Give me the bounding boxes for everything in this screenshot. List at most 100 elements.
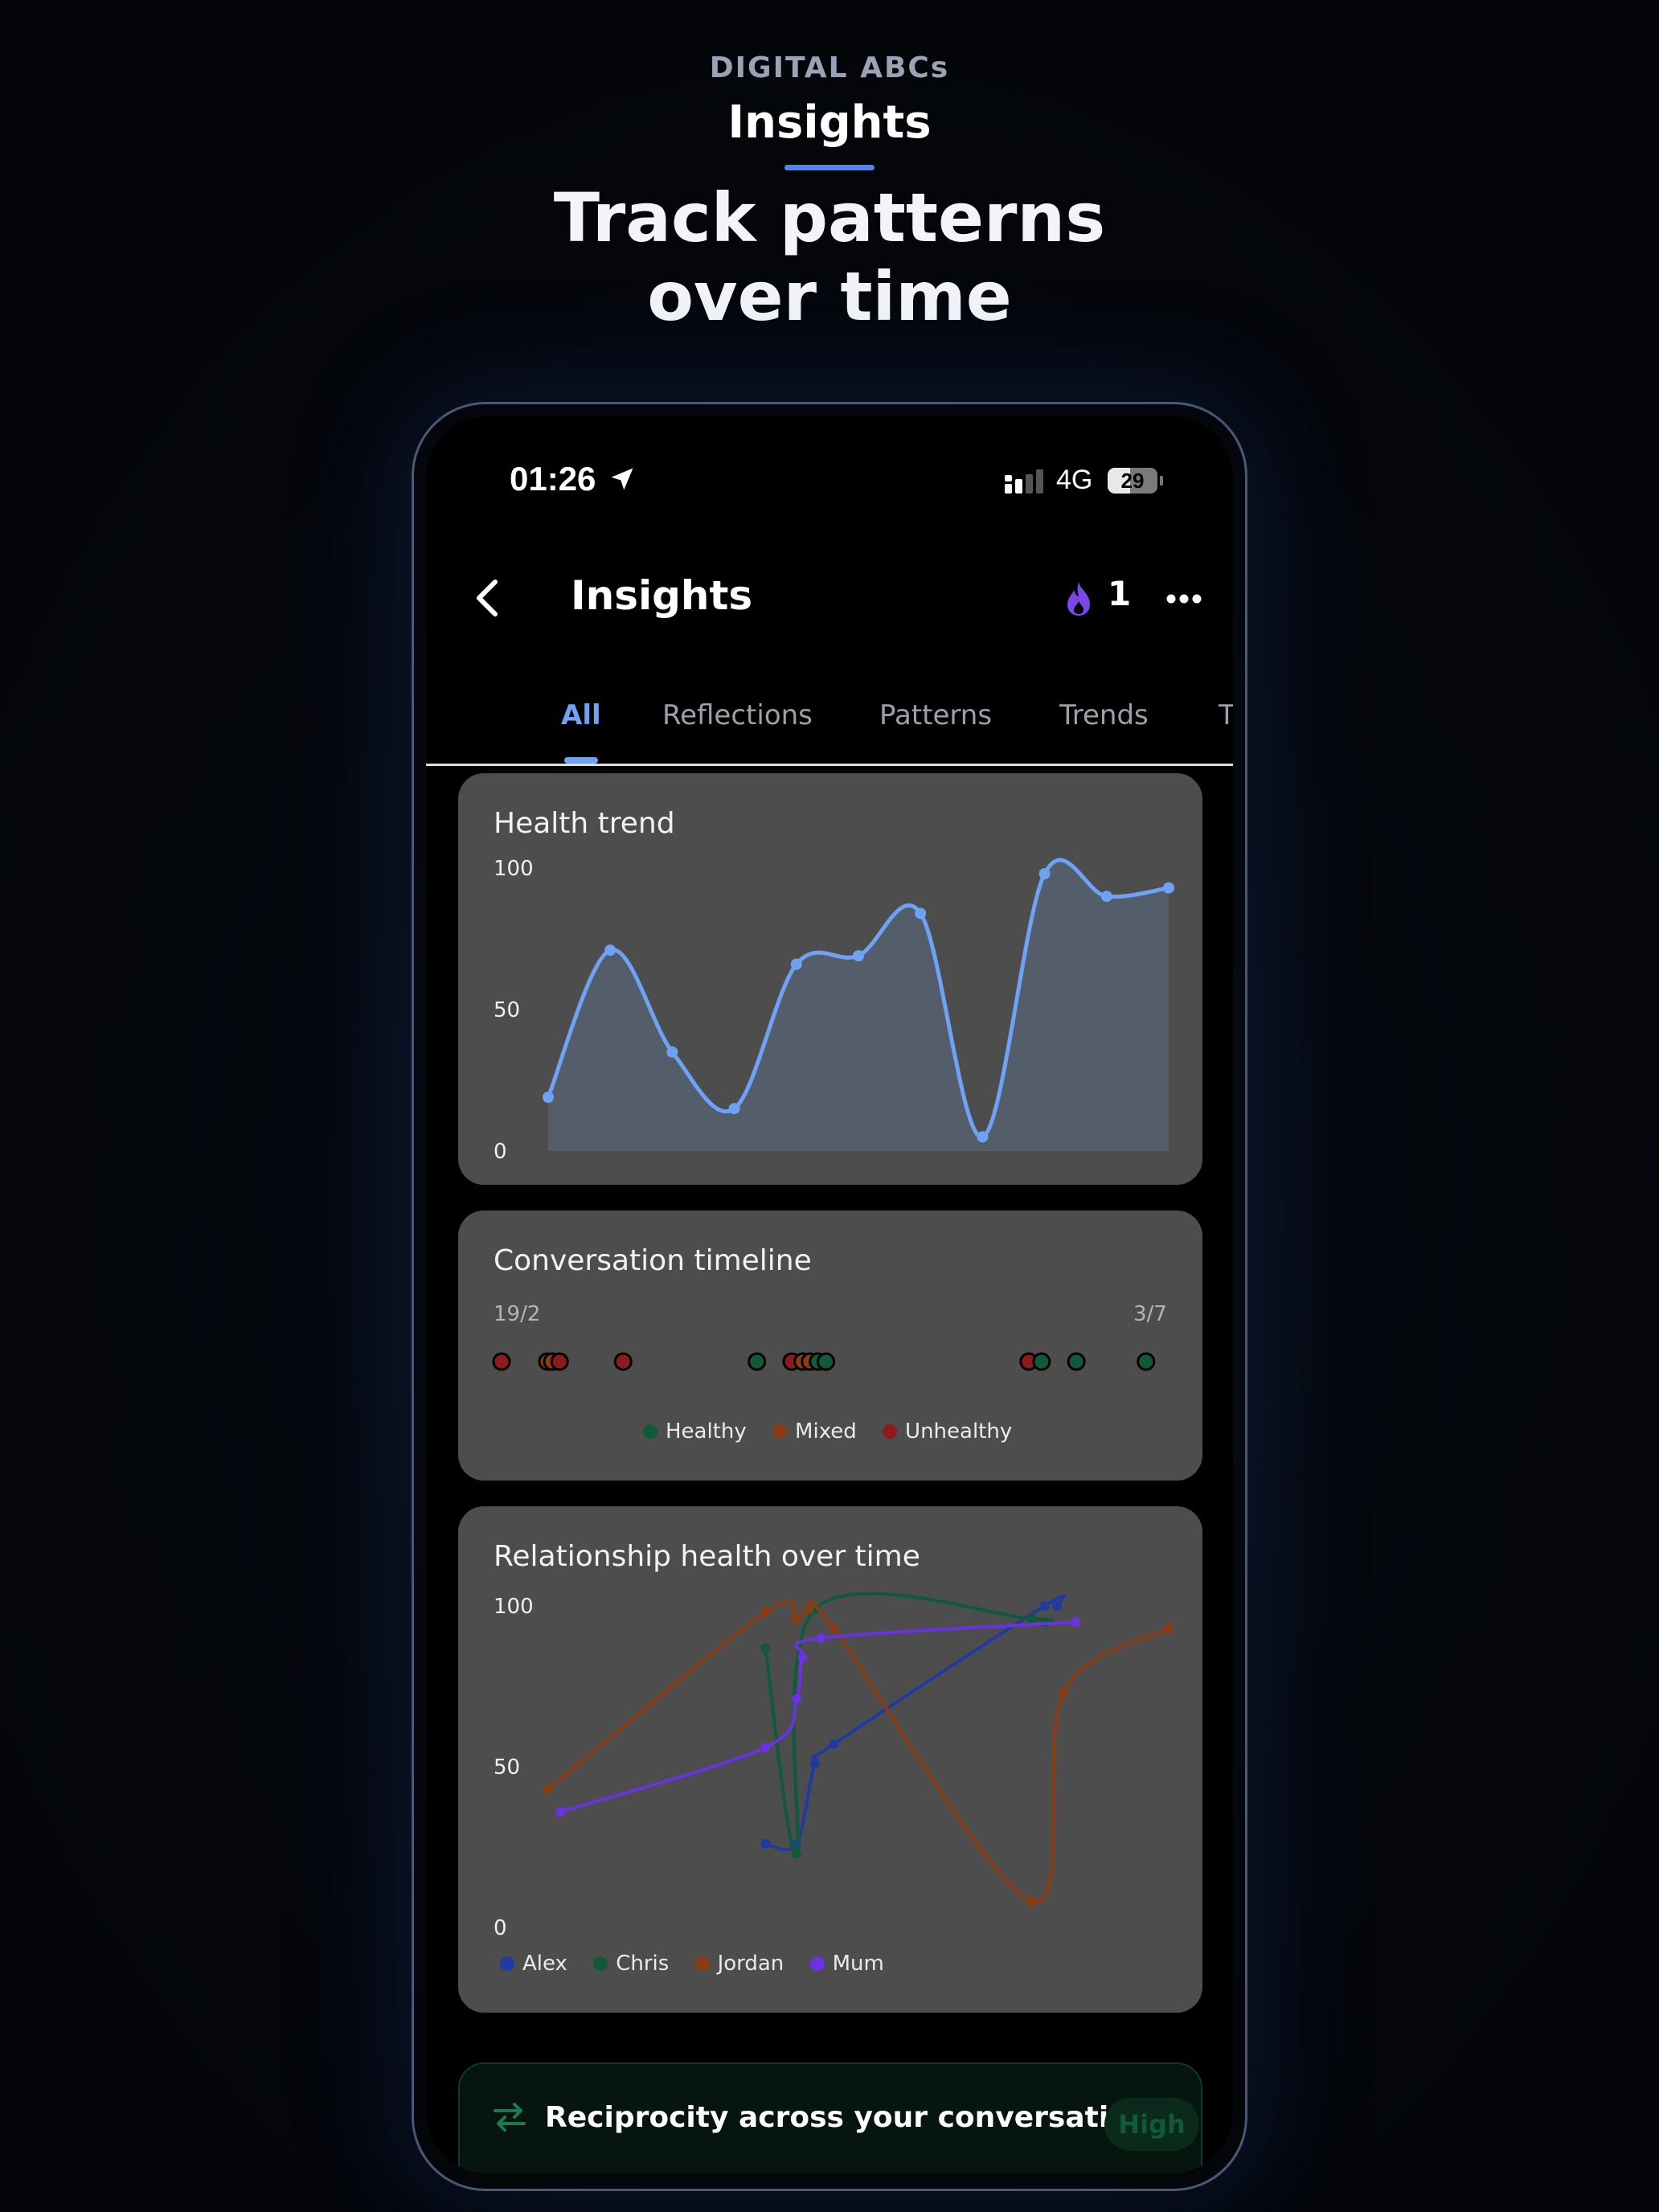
series-point-chris: [1027, 1614, 1038, 1624]
relationship-health-chart: [543, 1591, 1174, 1907]
conversation-timeline-card: Conversation timeline 19/2 3/7 Healthy M…: [458, 1210, 1202, 1481]
health-data-point: [1038, 868, 1051, 880]
reciprocity-badge: High: [1104, 2098, 1199, 2151]
series-point-mum: [791, 1694, 801, 1704]
timeline-point-healthy: [1032, 1352, 1051, 1371]
mixed-swatch: [772, 1424, 788, 1439]
legend-item-jordan: Jordan: [694, 1952, 784, 1976]
hero-underline: [784, 165, 875, 170]
unhealthy-swatch: [883, 1424, 898, 1439]
series-point-alex: [1052, 1601, 1063, 1611]
relationship-health-card: Relationship health over time 100 50 0 A…: [458, 1506, 1202, 2013]
timeline-point-healthy: [1137, 1352, 1156, 1371]
reciprocity-text: Reciprocity across your conversations: [545, 2101, 1166, 2134]
timeline-point-healthy: [817, 1352, 836, 1371]
legend-label: Jordan: [717, 1952, 784, 1976]
health-data-point: [604, 944, 616, 956]
legend-label: Mum: [832, 1952, 884, 1976]
cellular-signal-icon: [1005, 469, 1043, 494]
timeline-point-unhealthy: [550, 1352, 569, 1371]
timeline-point-healthy: [1067, 1352, 1086, 1371]
legend-item-chris: Chris: [593, 1952, 669, 1976]
series-point-mum: [760, 1743, 771, 1752]
page-title: Insights: [571, 572, 753, 619]
timeline-legend: Healthy Mixed Unhealthy: [643, 1419, 1031, 1444]
tab-patterns[interactable]: Patterns: [879, 699, 992, 731]
series-point-jordan: [804, 1604, 814, 1614]
tab-active-indicator: [564, 757, 598, 764]
series-point-mum: [555, 1807, 566, 1817]
series-point-alex: [809, 1759, 820, 1768]
series-point-alex: [760, 1839, 771, 1849]
series-point-jordan: [543, 1784, 553, 1794]
health-data-point: [666, 1046, 678, 1058]
streak-count[interactable]: 1: [1108, 574, 1131, 613]
legend-label: Mixed: [795, 1419, 857, 1444]
location-arrow-icon: [611, 468, 633, 490]
healthy-swatch: [643, 1424, 657, 1439]
battery-level: 29: [1120, 469, 1145, 493]
timeline-point-unhealthy: [492, 1352, 511, 1371]
legend-label: Unhealthy: [905, 1419, 1013, 1444]
tab-all[interactable]: All: [561, 699, 601, 731]
legend-item-alex: Alex: [500, 1952, 567, 1976]
legend-label: Alex: [522, 1952, 567, 1976]
tagline: Track patterns over time: [0, 178, 1659, 336]
chris-swatch: [593, 1956, 608, 1971]
series-point-jordan: [1058, 1688, 1068, 1698]
brand-label: DIGITAL ABCs: [709, 51, 950, 84]
relationship-legend: Alex Chris Jordan Mum: [500, 1952, 903, 1976]
health-data-point: [915, 907, 927, 920]
tab-reflections[interactable]: Reflections: [662, 699, 813, 731]
battery-icon: 29: [1108, 468, 1157, 494]
tagline-line-2: over time: [647, 257, 1012, 336]
mum-swatch: [809, 1956, 825, 1971]
legend-item-healthy: Healthy: [643, 1419, 747, 1444]
health-data-point: [1163, 882, 1174, 894]
series-point-alex: [829, 1739, 839, 1749]
chevron-left-icon[interactable]: [465, 574, 513, 622]
network-label: 4G: [1056, 465, 1093, 495]
tab-truncated[interactable]: T: [1219, 699, 1233, 731]
legend-item-mum: Mum: [809, 1952, 884, 1976]
series-point-chris: [791, 1849, 801, 1858]
series-point-chris: [760, 1643, 771, 1653]
ellipsis-icon[interactable]: [1165, 580, 1202, 617]
timeline-point-unhealthy: [613, 1352, 633, 1371]
legend-label: Chris: [616, 1952, 670, 1976]
swap-arrows-icon: [494, 2103, 526, 2132]
jordan-swatch: [694, 1956, 710, 1971]
series-point-mum: [816, 1633, 826, 1643]
series-point-mum: [797, 1653, 808, 1662]
health-data-point: [977, 1131, 989, 1143]
flame-icon[interactable]: [1063, 580, 1095, 617]
series-point-alex: [1039, 1601, 1050, 1611]
legend-item-mixed: Mixed: [772, 1419, 857, 1444]
health-data-point: [790, 958, 802, 970]
alex-swatch: [500, 1956, 514, 1971]
reciprocity-card[interactable]: Reciprocity across your conversations Hi…: [458, 2062, 1202, 2173]
health-data-point: [728, 1103, 740, 1115]
series-point-jordan: [1027, 1897, 1038, 1907]
series-point-jordan: [791, 1614, 801, 1624]
series-line-jordan: [547, 1599, 1170, 1904]
series-line-mum: [559, 1620, 1076, 1813]
series-point-jordan: [829, 1624, 839, 1633]
health-data-point: [1100, 891, 1112, 903]
battery-tip: [1160, 476, 1163, 485]
health-trend-card: Health trend 100 50 0: [458, 773, 1202, 1185]
series-point-mum: [1071, 1617, 1081, 1627]
legend-item-unhealthy: Unhealthy: [883, 1419, 1012, 1444]
timeline-point-healthy: [748, 1352, 767, 1371]
health-data-point: [543, 1092, 554, 1104]
series-point-jordan: [760, 1608, 771, 1617]
health-trend-chart: [543, 858, 1174, 1151]
status-time: 01:26: [510, 460, 596, 498]
health-area-fill: [548, 859, 1169, 1151]
series-point-jordan: [1164, 1624, 1174, 1633]
hero-title: Insights: [727, 96, 932, 149]
legend-label: Healthy: [666, 1419, 747, 1444]
phone-screen: 01:26 4G 29 Insights 1 All Reflections P…: [426, 416, 1233, 2173]
tab-trends[interactable]: Trends: [1059, 699, 1149, 731]
tab-bar: All Reflections Patterns Trends T: [426, 682, 1233, 766]
